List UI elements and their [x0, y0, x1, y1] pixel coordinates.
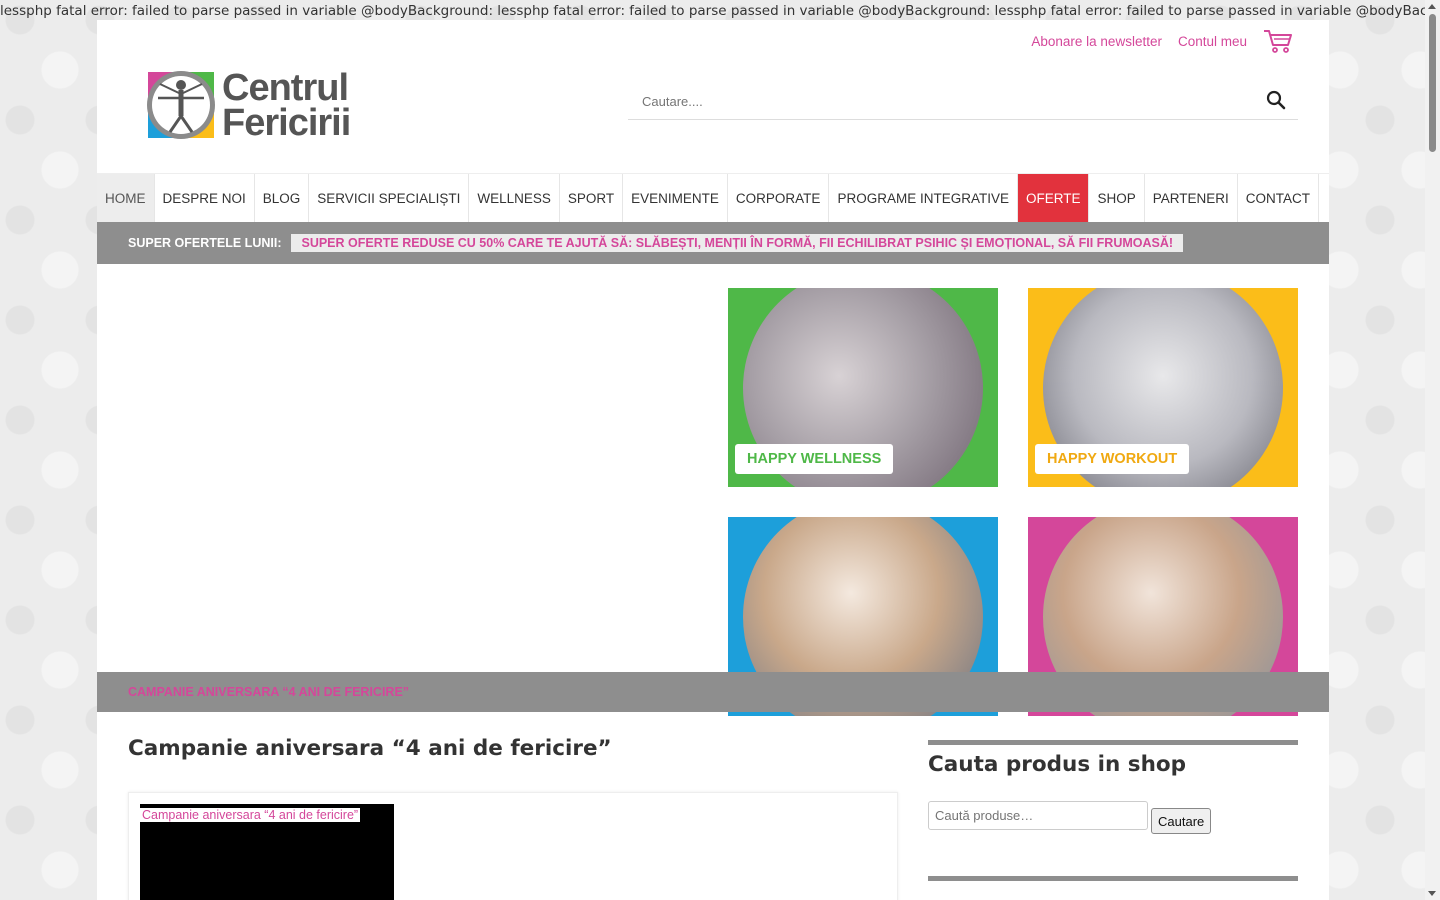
nav-item-contact[interactable]: CONTACT	[1238, 174, 1320, 223]
shop-search-button[interactable]: Cautare	[1151, 808, 1212, 834]
error-message: lessphp fatal error: failed to parse pas…	[0, 3, 1425, 19]
article-card: Campanie aniversara “4 ani de fericire”	[128, 792, 898, 900]
nav-item-wellness[interactable]: WELLNESS	[469, 174, 560, 223]
nav-item-shop[interactable]: SHOP	[1089, 174, 1145, 223]
tile-happy-workout[interactable]: HAPPY WORKOUT	[1028, 288, 1298, 487]
site-search	[628, 84, 1298, 120]
shop-search-input[interactable]	[928, 801, 1148, 830]
logo-text: Centrul Fericirii	[222, 67, 351, 144]
tile-label: HAPPY WORKOUT	[1035, 444, 1190, 474]
nav-item-programe-integrative[interactable]: PROGRAME INTEGRATIVE	[829, 174, 1018, 223]
nav-item-corporate[interactable]: CORPORATE	[728, 174, 830, 223]
nav-item-parteneri[interactable]: PARTENERI	[1145, 174, 1238, 223]
nav-item-home[interactable]: HOME	[97, 174, 155, 223]
sidebar-divider	[928, 876, 1298, 881]
page-container: Abonare la newsletter Contul meu Centrul…	[97, 20, 1329, 900]
search-icon[interactable]	[1266, 90, 1292, 114]
tile-happy-wellness[interactable]: HAPPY WELLNESS	[728, 288, 998, 487]
logo-text-line1: Centrul	[222, 67, 349, 109]
nav-item-blog[interactable]: BLOG	[255, 174, 310, 223]
search-input[interactable]	[628, 94, 1266, 109]
nav-item-sport[interactable]: SPORT	[560, 174, 624, 223]
ticker-label: SUPER OFERTELE LUNII:	[128, 236, 282, 250]
cart-icon[interactable]	[1263, 28, 1293, 54]
sidebar-title: Cauta produs in shop	[928, 752, 1187, 777]
sidebar-divider	[928, 740, 1298, 745]
main-nav: HOME DESPRE NOI BLOG SERVICII SPECIALIȘT…	[97, 173, 1329, 223]
image-alt-text: Campanie aniversara “4 ani de fericire”	[140, 808, 361, 822]
nav-item-oferte[interactable]: OFERTE	[1017, 174, 1090, 223]
nav-item-servicii-specialisti[interactable]: SERVICII SPECIALIȘTI	[309, 174, 470, 223]
ticker-message-link[interactable]: SUPER OFERTE REDUSE CU 50% CARE TE AJUTĂ…	[291, 234, 1184, 252]
account-link[interactable]: Contul meu	[1178, 34, 1247, 49]
page-title-bar: CAMPANIE ANIVERSARA “4 ANI DE FERICIRE”	[97, 672, 1329, 712]
scrollbar[interactable]	[1425, 0, 1440, 900]
top-links: Abonare la newsletter Contul meu	[1031, 28, 1293, 54]
breadcrumb: CAMPANIE ANIVERSARA “4 ANI DE FERICIRE”	[128, 685, 410, 699]
site-logo[interactable]: Centrul Fericirii	[144, 67, 351, 144]
offers-ticker: SUPER OFERTELE LUNII: SUPER OFERTE REDUS…	[97, 222, 1329, 264]
scrollbar-thumb[interactable]	[1429, 14, 1436, 152]
vitruvian-logo-icon	[144, 68, 218, 144]
article-image[interactable]: Campanie aniversara “4 ani de fericire”	[140, 804, 394, 900]
tile-label: HAPPY WELLNESS	[735, 444, 894, 474]
scroll-down-icon[interactable]	[1428, 891, 1436, 896]
nav-item-despre-noi[interactable]: DESPRE NOI	[155, 174, 255, 223]
nav-item-evenimente[interactable]: EVENIMENTE	[623, 174, 728, 223]
newsletter-link[interactable]: Abonare la newsletter	[1031, 34, 1162, 49]
article-title: Campanie aniversara “4 ani de fericire”	[128, 736, 612, 761]
scroll-up-icon[interactable]	[1428, 4, 1436, 9]
logo-text-line2: Fericirii	[222, 102, 351, 144]
